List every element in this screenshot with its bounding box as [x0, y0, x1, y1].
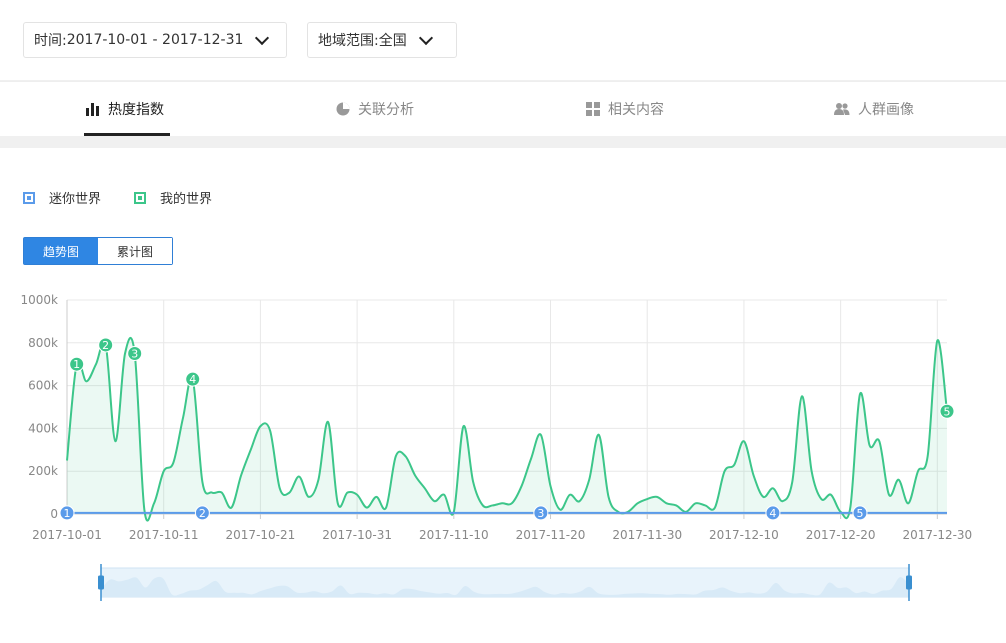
event-marker-label: 2 — [102, 339, 109, 352]
x-tick-label: 2017-10-31 — [322, 528, 392, 542]
y-axis: 0 200k 400k 600k 800k 1000k — [21, 293, 59, 521]
x-axis: 2017-10-01 2017-10-11 2017-10-21 2017-10-31… — [32, 528, 972, 542]
x-tick-label: 2017-12-20 — [806, 528, 876, 542]
zoom-handle-grip — [906, 575, 912, 590]
x-tick-label: 2017-11-20 — [516, 528, 586, 542]
event-marker-label: 2 — [199, 507, 206, 520]
event-marker-label: 3 — [131, 348, 138, 361]
x-tick-label: 2017-10-21 — [226, 528, 296, 542]
y-tick-label: 800k — [28, 336, 58, 350]
y-tick-label: 400k — [28, 421, 58, 435]
y-tick-label: 0 — [50, 507, 58, 521]
x-tick-label: 2017-12-30 — [902, 528, 972, 542]
event-marker-label: 4 — [189, 373, 196, 386]
zoom-handle-grip — [98, 575, 104, 590]
y-tick-label: 600k — [28, 379, 58, 393]
event-marker-label: 5 — [944, 405, 951, 418]
x-tick-label: 2017-11-10 — [419, 528, 489, 542]
y-tick-label: 200k — [28, 464, 58, 478]
event-marker-label: 3 — [537, 507, 544, 520]
x-tick-label: 2017-10-11 — [129, 528, 199, 542]
x-tick-label: 2017-11-30 — [612, 528, 682, 542]
trend-chart: 0200k400k600k800k1000k 2017-10-01 2017-10… — [21, 293, 972, 601]
event-marker-label: 1 — [73, 358, 80, 371]
event-marker-label: 1 — [64, 507, 71, 520]
chart-series — [66, 337, 948, 522]
zoom-slider[interactable] — [98, 564, 912, 601]
y-tick-label: 1000k — [21, 293, 59, 307]
event-marker-label: 4 — [769, 507, 776, 520]
x-tick-label: 2017-12-10 — [709, 528, 779, 542]
x-tick-label: 2017-10-01 — [32, 528, 102, 542]
event-marker-label: 5 — [856, 507, 863, 520]
series-area-2 — [67, 337, 947, 521]
